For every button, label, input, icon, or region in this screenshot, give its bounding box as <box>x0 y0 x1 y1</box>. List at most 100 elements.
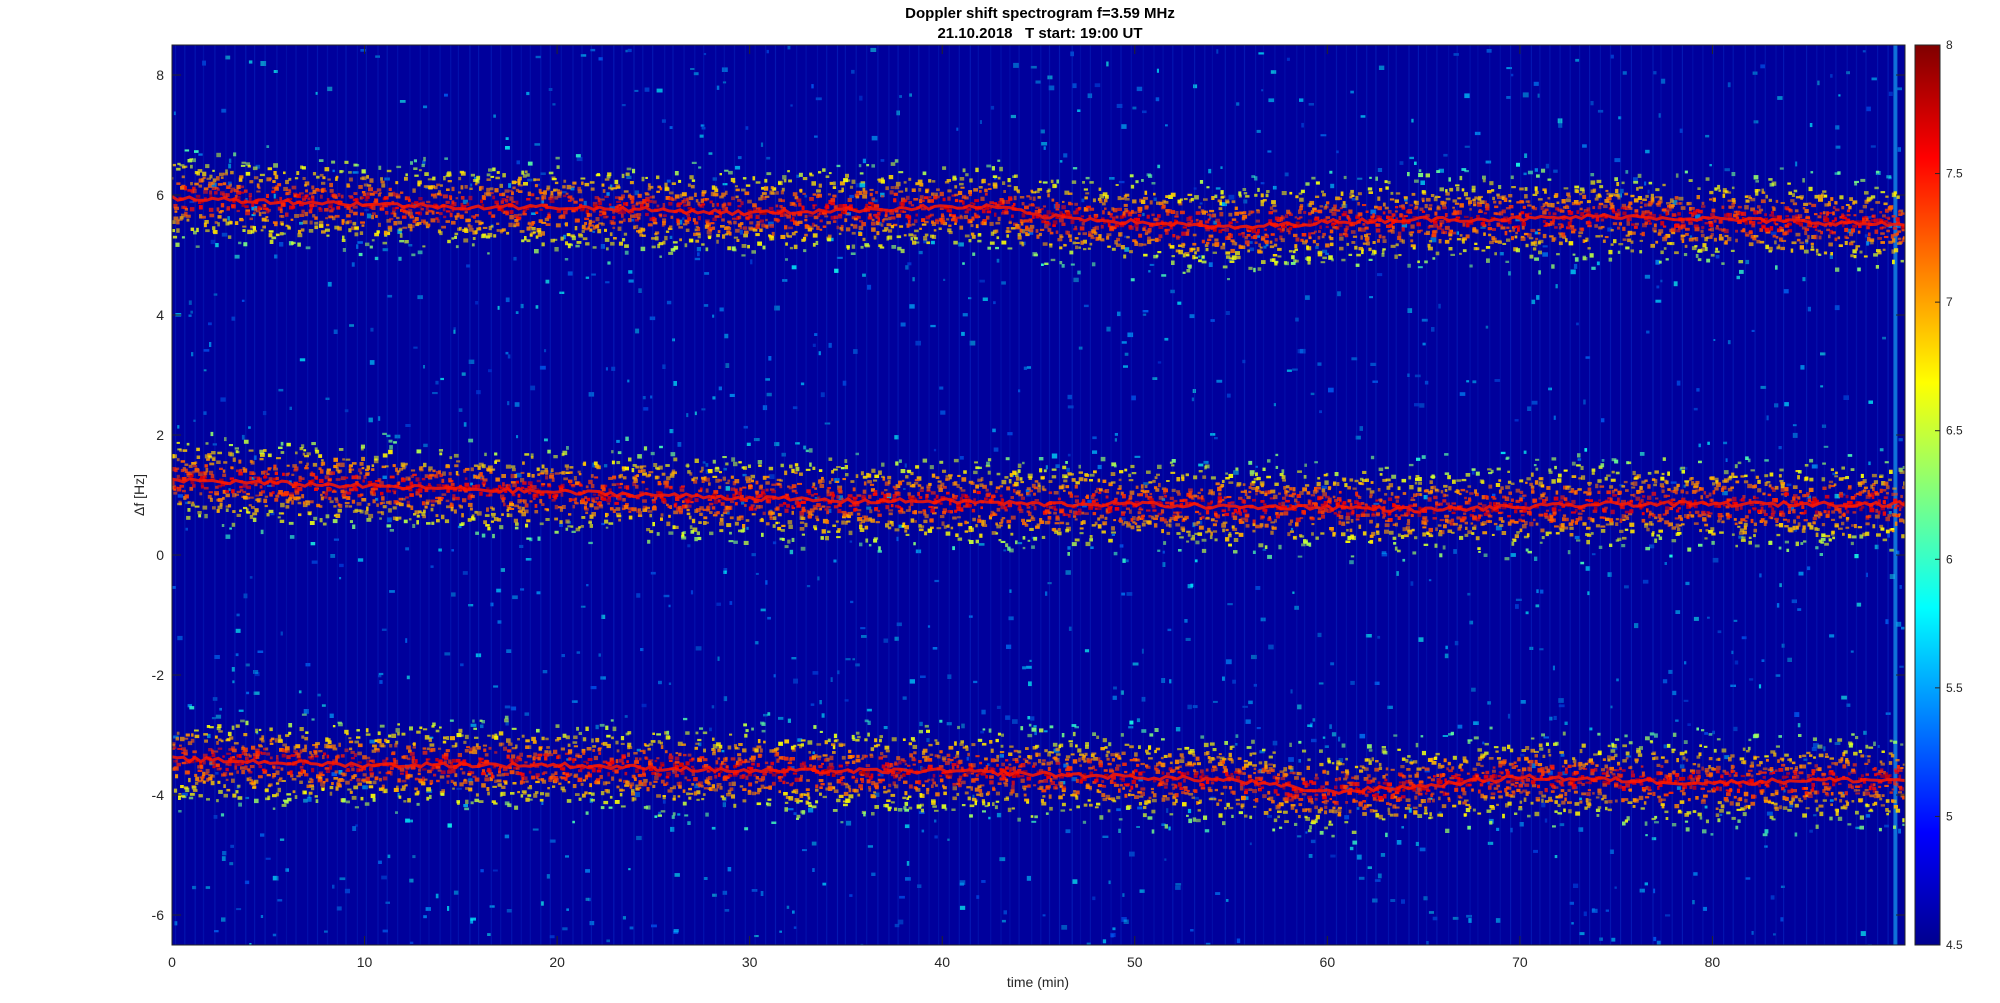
band-speckle <box>878 178 881 183</box>
noise-speckle <box>603 464 608 468</box>
noise-speckle <box>1545 163 1550 169</box>
band-speckle <box>1414 179 1419 183</box>
band-speckle <box>1048 222 1051 226</box>
band-speckle <box>1790 248 1794 253</box>
band-speckle <box>1671 227 1676 233</box>
noise-speckle <box>265 857 271 860</box>
band-speckle <box>1679 202 1683 205</box>
band-speckle <box>1622 211 1627 216</box>
noise-speckle <box>981 880 986 883</box>
noise-speckle <box>1377 873 1382 879</box>
noise-speckle <box>1524 153 1528 158</box>
band-speckle <box>1214 238 1219 242</box>
band-speckle <box>1710 227 1714 232</box>
noise-speckle <box>812 343 816 347</box>
band-speckle <box>1339 233 1343 237</box>
band-speckle <box>1641 231 1645 237</box>
noise-speckle <box>1357 177 1363 180</box>
band-speckle <box>1487 223 1491 226</box>
band-speckle <box>1256 209 1260 212</box>
band-speckle <box>871 218 875 222</box>
band-speckle <box>651 245 656 249</box>
band-speckle <box>1617 211 1621 216</box>
band-speckle <box>714 193 719 197</box>
band-speckle <box>1622 226 1626 231</box>
band-speckle <box>1790 199 1795 203</box>
band-speckle <box>1536 174 1540 178</box>
band-speckle <box>451 220 456 225</box>
band-speckle <box>1069 238 1072 242</box>
noise-speckle <box>1155 97 1160 102</box>
time-stripe <box>796 45 798 945</box>
noise-speckle <box>1132 662 1139 666</box>
noise-speckle <box>956 127 959 131</box>
band-speckle <box>436 219 440 223</box>
time-stripe <box>1040 45 1042 945</box>
band-speckle <box>584 222 588 226</box>
noise-speckle <box>1001 919 1006 923</box>
band-speckle <box>1658 260 1662 264</box>
noise-speckle <box>1165 124 1168 127</box>
band-speckle <box>449 212 453 218</box>
band-speckle <box>1397 231 1402 236</box>
band-speckle <box>1582 257 1588 261</box>
noise-speckle <box>368 417 373 423</box>
band-speckle <box>560 214 566 219</box>
band-speckle <box>905 195 910 200</box>
band-speckle <box>509 196 514 201</box>
band-speckle <box>541 195 547 200</box>
band-speckle <box>1706 258 1711 263</box>
band-speckle <box>1357 212 1363 217</box>
noise-speckle <box>1317 632 1322 638</box>
noise-speckle <box>866 708 872 712</box>
noise-speckle <box>236 908 242 911</box>
band-speckle <box>1208 234 1214 238</box>
band-speckle <box>1508 271 1511 276</box>
noise-speckle <box>1573 883 1579 888</box>
band-speckle <box>1017 233 1022 237</box>
noise-speckle <box>1778 446 1782 450</box>
noise-speckle <box>1317 362 1322 366</box>
band-speckle <box>1617 226 1620 230</box>
band-speckle <box>1566 192 1571 196</box>
noise-speckle <box>1291 527 1294 531</box>
noise-speckle <box>742 473 747 477</box>
noise-speckle <box>332 884 335 889</box>
noise-speckle <box>1236 938 1241 944</box>
band-speckle <box>1510 175 1514 180</box>
band-speckle <box>190 164 193 169</box>
band-speckle <box>817 193 822 198</box>
band-speckle <box>488 211 492 215</box>
band-speckle <box>445 200 450 204</box>
band-speckle <box>1151 213 1155 217</box>
noise-speckle <box>1770 895 1775 900</box>
band-speckle <box>618 220 624 224</box>
band-speckle <box>838 204 844 208</box>
noise-speckle <box>516 435 519 439</box>
band-speckle <box>654 232 658 236</box>
band-speckle <box>1362 223 1366 226</box>
time-stripe <box>1671 45 1673 945</box>
band-speckle <box>1305 239 1308 243</box>
band-speckle <box>812 204 816 210</box>
noise-speckle <box>451 549 454 552</box>
band-speckle <box>1448 230 1453 234</box>
band-speckle <box>297 242 301 247</box>
band-speckle <box>345 221 350 225</box>
band-speckle <box>1775 199 1779 203</box>
band-speckle <box>1374 250 1377 255</box>
noise-speckle <box>1419 403 1425 408</box>
noise-speckle <box>1553 415 1556 420</box>
noise-speckle <box>870 47 877 52</box>
noise-speckle <box>1228 194 1235 200</box>
noise-speckle <box>766 156 771 160</box>
band-speckle <box>426 200 431 204</box>
band-speckle <box>209 174 213 179</box>
band-speckle <box>1219 201 1222 206</box>
band-speckle <box>954 198 959 203</box>
band-speckle <box>902 210 907 213</box>
noise-speckle <box>585 276 590 279</box>
band-speckle <box>1538 270 1541 275</box>
band-speckle <box>1756 189 1761 192</box>
noise-speckle <box>506 649 512 653</box>
